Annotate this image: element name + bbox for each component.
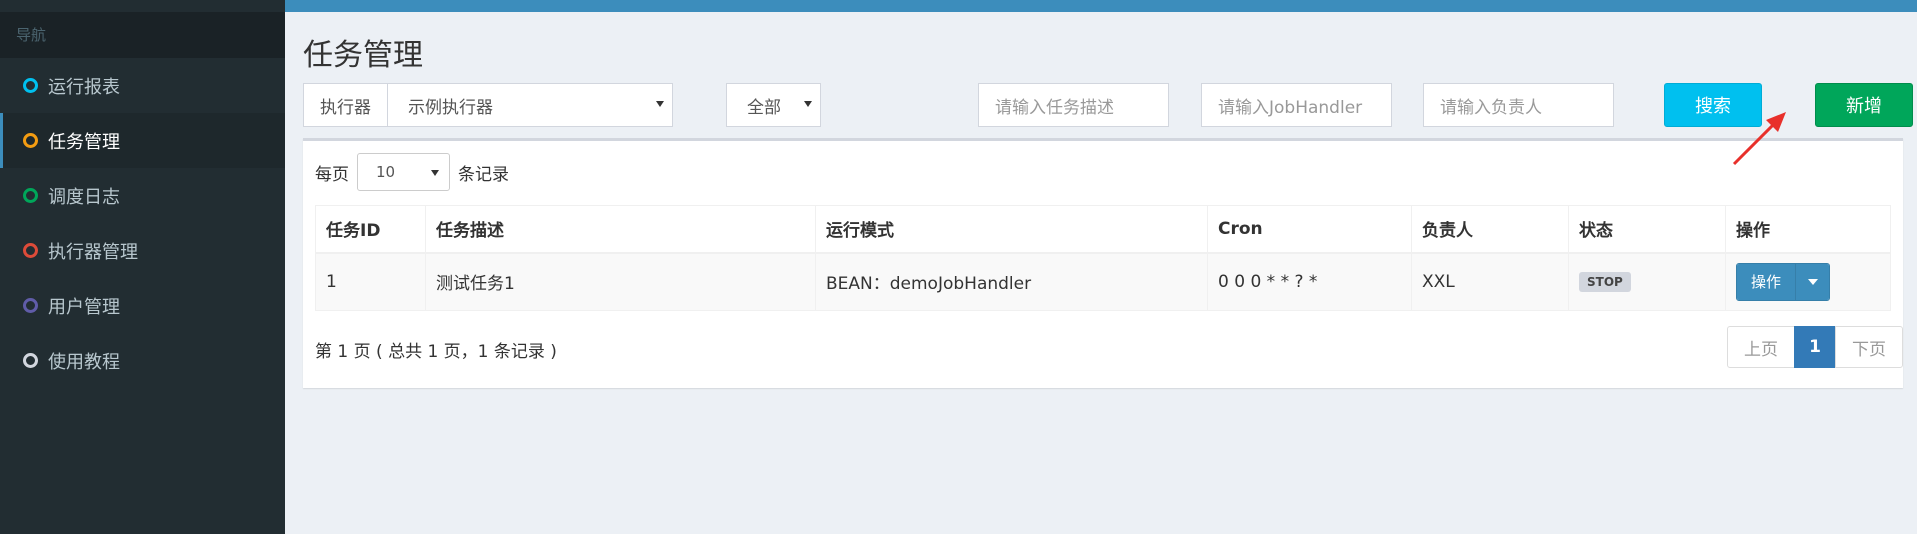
sidebar-item-label: 调度日志 xyxy=(48,186,120,208)
red-arrow-annotation-icon xyxy=(1732,112,1786,166)
cell-cron: 0 0 0 * * ? * xyxy=(1207,252,1412,311)
sidebar-item-label: 运行报表 xyxy=(48,76,120,98)
cell-desc: 测试任务1 xyxy=(425,252,816,311)
add-button[interactable]: 新增 xyxy=(1815,83,1913,127)
page-size-select[interactable]: 10 xyxy=(357,153,450,191)
circle-icon xyxy=(23,298,38,313)
sidebar-item-label: 使用教程 xyxy=(48,351,120,373)
column-header-id[interactable]: 任务ID xyxy=(315,205,426,254)
pagination: 上页 1 下页 xyxy=(1727,326,1903,368)
sidebar-item-label: 任务管理 xyxy=(48,131,120,153)
job-table: 任务ID 任务描述 运行模式 Cron 负责人 状态 操作 1 测试任务1 BE… xyxy=(315,205,1891,311)
pagination-current-page[interactable]: 1 xyxy=(1794,326,1836,368)
circle-icon xyxy=(23,188,38,203)
sidebar-item-label: 用户管理 xyxy=(48,296,120,318)
sidebar-item-executor-management[interactable]: 执行器管理 xyxy=(0,223,285,278)
pagination-prev[interactable]: 上页 xyxy=(1727,326,1795,368)
main-content: 任务管理 执行器 示例执行器 全部 请输入任务描述 请输入JobHandler … xyxy=(285,12,1917,534)
pagination-next[interactable]: 下页 xyxy=(1835,326,1903,368)
table-row: 1 测试任务1 BEAN：demoJobHandler 0 0 0 * * ? … xyxy=(315,252,1891,311)
executor-select-value: 示例执行器 xyxy=(408,97,493,118)
job-desc-placeholder: 请输入任务描述 xyxy=(995,97,1114,118)
sidebar-item-schedule-log[interactable]: 调度日志 xyxy=(0,168,285,223)
action-button[interactable]: 操作 xyxy=(1737,263,1796,300)
table-header-row: 任务ID 任务描述 运行模式 Cron 负责人 状态 操作 xyxy=(315,205,1891,254)
caret-down-icon xyxy=(1807,278,1818,285)
page-size-suffix: 条记录 xyxy=(458,164,509,185)
caret-down-icon xyxy=(804,101,812,107)
job-handler-input[interactable]: 请输入JobHandler xyxy=(1201,83,1392,127)
cell-mode: BEAN：demoJobHandler xyxy=(815,252,1208,311)
author-placeholder: 请输入负责人 xyxy=(1440,97,1542,118)
job-list-panel: 每页 10 条记录 任务ID 任务描述 运行模式 Cron 负责人 状态 操作 xyxy=(303,138,1903,388)
page-title: 任务管理 xyxy=(303,38,423,73)
caret-down-icon xyxy=(656,101,664,107)
action-dropdown-toggle[interactable] xyxy=(1795,263,1830,300)
job-handler-placeholder: 请输入JobHandler xyxy=(1218,97,1363,118)
sidebar-item-run-report[interactable]: 运行报表 xyxy=(0,58,285,113)
cell-status: STOP xyxy=(1568,252,1726,311)
circle-icon xyxy=(23,243,38,258)
column-header-mode[interactable]: 运行模式 xyxy=(815,205,1208,254)
status-select-value: 全部 xyxy=(747,97,781,118)
column-header-cron[interactable]: Cron xyxy=(1207,205,1412,254)
sidebar-item-label: 执行器管理 xyxy=(48,241,138,263)
filter-bar: 执行器 示例执行器 全部 请输入任务描述 请输入JobHandler 请输入负责… xyxy=(303,83,1913,138)
column-header-desc[interactable]: 任务描述 xyxy=(425,205,816,254)
status-badge: STOP xyxy=(1579,272,1631,293)
caret-down-icon xyxy=(431,170,439,176)
top-header-bar xyxy=(0,0,1917,12)
sidebar-item-user-management[interactable]: 用户管理 xyxy=(0,278,285,333)
executor-select-group: 执行器 示例执行器 xyxy=(303,83,673,127)
executor-label: 执行器 xyxy=(304,84,388,126)
page-size-prefix: 每页 xyxy=(315,164,349,185)
sidebar-item-job-management[interactable]: 任务管理 xyxy=(0,113,285,168)
column-header-status[interactable]: 状态 xyxy=(1568,205,1726,254)
sidebar-header: 导航 xyxy=(0,12,285,58)
column-header-author[interactable]: 负责人 xyxy=(1411,205,1569,254)
circle-icon xyxy=(23,133,38,148)
circle-icon xyxy=(23,353,38,368)
author-input[interactable]: 请输入负责人 xyxy=(1423,83,1614,127)
sidebar-item-tutorial[interactable]: 使用教程 xyxy=(0,333,285,388)
action-button-group: 操作 xyxy=(1736,262,1831,301)
page-size-value: 10 xyxy=(376,163,396,181)
cell-author: XXL xyxy=(1411,252,1569,311)
cell-id: 1 xyxy=(315,252,426,311)
executor-select[interactable]: 示例执行器 xyxy=(388,84,672,126)
status-select[interactable]: 全部 xyxy=(726,83,821,127)
sidebar-menu: 运行报表 任务管理 调度日志 执行器管理 用户管理 使用教程 xyxy=(0,58,285,388)
pagination-info: 第 1 页 ( 总共 1 页，1 条记录 ) xyxy=(315,342,557,362)
column-header-action: 操作 xyxy=(1725,205,1891,254)
page-size-control: 每页 10 条记录 xyxy=(315,153,509,191)
circle-icon xyxy=(23,78,38,93)
job-desc-input[interactable]: 请输入任务描述 xyxy=(978,83,1169,127)
cell-action: 操作 xyxy=(1725,252,1891,311)
sidebar: 导航 运行报表 任务管理 调度日志 执行器管理 用户管理 使用教程 xyxy=(0,0,285,534)
